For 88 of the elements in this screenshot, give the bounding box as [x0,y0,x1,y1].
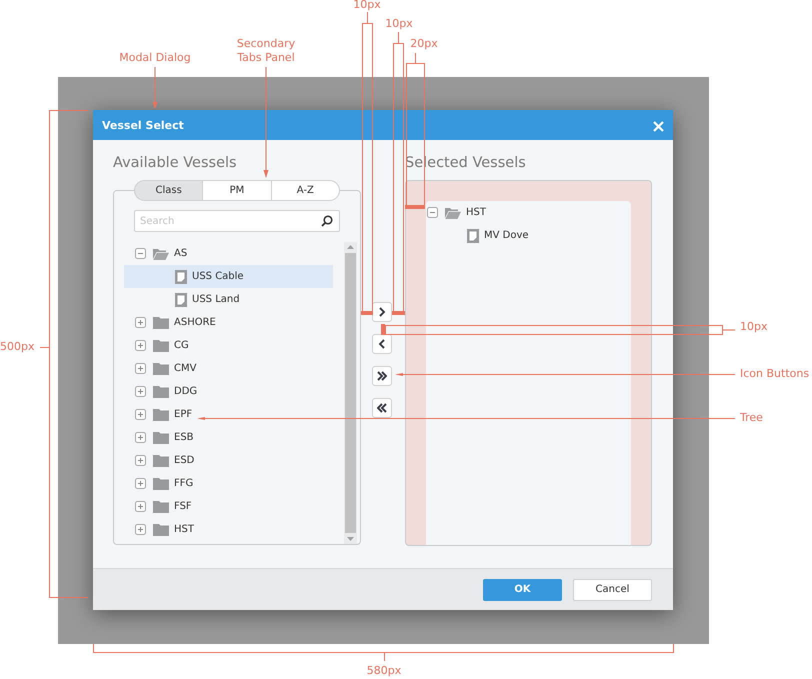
expand-icon[interactable] [135,501,146,512]
leader-line [152,66,158,109]
annotation-label: Icon Buttons [740,367,810,381]
expand-icon[interactable] [135,386,146,397]
expand-icon[interactable] [135,340,146,351]
tree-item[interactable]: USS Land [124,288,333,311]
open-folder-icon [153,248,169,260]
folder-icon [153,454,169,466]
expand-icon[interactable] [135,317,146,328]
folder-icon [153,316,169,328]
expand-icon[interactable] [135,478,146,489]
tree-item-label: ASHORE [174,317,216,328]
annotation-label: 20px [409,37,439,51]
document-icon [175,292,187,306]
scroll-down-arrow-icon[interactable] [347,537,354,541]
annotation-label: 580px [366,664,402,678]
move-right-button[interactable] [372,302,392,322]
folder-icon [153,386,169,398]
search-icon [321,215,333,227]
annotation-label: 10px [352,0,382,12]
tree-item[interactable]: ESB [124,426,333,449]
document-icon [467,228,479,242]
scrollbar[interactable] [344,242,357,544]
tree-item[interactable]: HST [426,201,620,224]
tree-item-label: AS [174,248,188,259]
tree-item-label: HST [466,207,486,218]
tree-item[interactable]: ASHORE [124,311,333,334]
move-all-right-button[interactable] [372,366,392,386]
collapse-icon[interactable] [427,207,438,218]
tree-item[interactable]: FFG [124,472,333,495]
tree-item-label: HST [174,524,194,535]
close-button[interactable] [653,120,664,130]
annotation-label: Secondary Tabs Panel [236,37,296,65]
tree-item-label: USS Land [192,294,240,305]
tab[interactable]: A-Z [270,180,340,201]
move-left-button[interactable] [372,334,392,354]
tree-item[interactable]: DDG [124,380,333,403]
tree-item-label: CMV [174,363,196,374]
tree-item-label: CG [174,340,189,351]
folder-icon [153,478,169,490]
tree-item[interactable]: CMV [124,357,333,380]
tree-item[interactable]: MV Dove [426,224,620,247]
document-icon [175,270,187,284]
annotation-label: Tree [740,411,764,425]
double-chevron-right-icon [377,371,387,381]
tree-item-label: USS Cable [192,271,244,282]
tree-item[interactable]: EPF [124,403,333,426]
annotation-label: 10px [384,17,414,31]
chevron-left-icon [379,339,385,349]
folder-icon [153,524,169,536]
tree-item-label: EPF [174,409,192,420]
tree-item-label: ESD [174,455,194,466]
tree-item-label: ESB [174,432,194,443]
panel-heading: Available Vessels [113,154,238,173]
folder-icon [153,408,169,420]
move-all-left-button[interactable] [372,398,392,418]
annotation-label: 10px [740,320,768,334]
search-field[interactable]: Search [134,210,340,232]
tree-item-label: FFG [174,478,194,489]
annotation-label: Modal Dialog [118,51,192,65]
tree-item-label: DDG [174,386,198,397]
expand-icon[interactable] [135,409,146,420]
tree-item[interactable]: CG [124,334,333,357]
tree-item[interactable]: AS [124,242,333,265]
annotation-label: 500px [0,340,36,354]
tab[interactable]: PM [202,180,272,201]
tree-item[interactable]: USS Cable [124,265,333,288]
double-chevron-left-icon [377,403,387,413]
tree-item[interactable]: FSF [124,495,333,518]
expand-icon[interactable] [135,363,146,374]
tree-item-label: MV Dove [484,230,529,241]
chevron-right-icon [379,307,385,317]
expand-icon[interactable] [135,455,146,466]
expand-icon[interactable] [135,432,146,443]
tree-item-label: FSF [174,501,192,512]
open-folder-icon [445,206,461,218]
tab[interactable]: Class [134,180,204,201]
dialog-title: Vessel Select [102,118,184,132]
folder-icon [153,340,169,352]
scroll-up-arrow-icon[interactable] [347,245,354,249]
collapse-icon[interactable] [135,248,146,259]
tree-item[interactable]: HST [124,518,333,541]
tree-item[interactable]: ESD [124,449,333,472]
folder-icon [153,432,169,444]
folder-icon [153,500,169,512]
expand-icon[interactable] [135,524,146,535]
folder-icon [153,362,169,374]
cancel-button[interactable]: Cancel [573,578,652,600]
